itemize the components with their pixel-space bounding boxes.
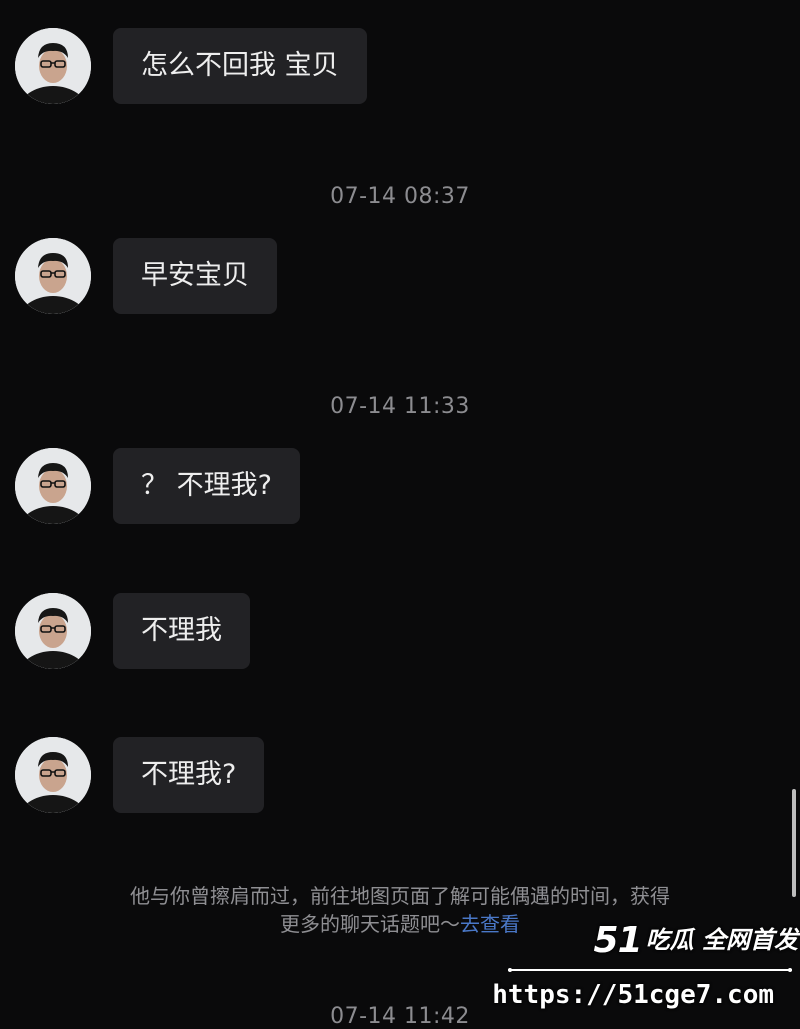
timestamp: 07-14 11:33	[330, 394, 470, 419]
person-avatar-icon	[15, 593, 91, 669]
avatar[interactable]	[15, 737, 91, 813]
chat-thread[interactable]: 怎么不回我 宝贝 07-14 08:37 早安宝贝 07-14 11:33 ？ …	[0, 0, 800, 1029]
message-bubble[interactable]: 不理我?	[113, 737, 265, 813]
avatar[interactable]	[15, 28, 91, 104]
watermark-url: https://51cge7.com	[492, 980, 774, 1010]
avatar[interactable]	[15, 448, 91, 524]
person-avatar-icon	[15, 238, 91, 314]
person-avatar-icon	[15, 737, 91, 813]
scrollbar[interactable]	[792, 789, 796, 897]
watermark: 51 吃瓜 全网首发 https://51cge7.com	[492, 918, 800, 1019]
message-row: 怎么不回我 宝贝	[0, 28, 800, 108]
watermark-brand-text: 吃瓜 全网首发	[645, 926, 798, 954]
notice-line-2-text: 更多的聊天话题吧～	[280, 912, 460, 936]
message-bubble[interactable]: 不理我	[113, 593, 250, 669]
message-row: 不理我?	[0, 737, 800, 817]
message-bubble[interactable]: 怎么不回我 宝贝	[113, 28, 367, 104]
avatar[interactable]	[15, 593, 91, 669]
person-avatar-icon	[15, 448, 91, 524]
watermark-brand: 51 吃瓜 全网首发	[594, 920, 798, 961]
message-row: 不理我	[0, 593, 800, 673]
avatar[interactable]	[15, 238, 91, 314]
watermark-divider	[508, 968, 792, 972]
person-avatar-icon	[15, 28, 91, 104]
message-bubble[interactable]: ？ 不理我?	[113, 448, 300, 524]
message-row: 早安宝贝	[0, 238, 800, 318]
message-row: ？ 不理我?	[0, 448, 800, 528]
timestamp: 07-14 08:37	[330, 184, 470, 209]
watermark-brand-number: 51	[593, 920, 643, 961]
message-bubble[interactable]: 早安宝贝	[113, 238, 277, 314]
notice-line-1: 他与你曾擦肩而过，前往地图页面了解可能偶遇的时间，获得	[130, 884, 670, 908]
